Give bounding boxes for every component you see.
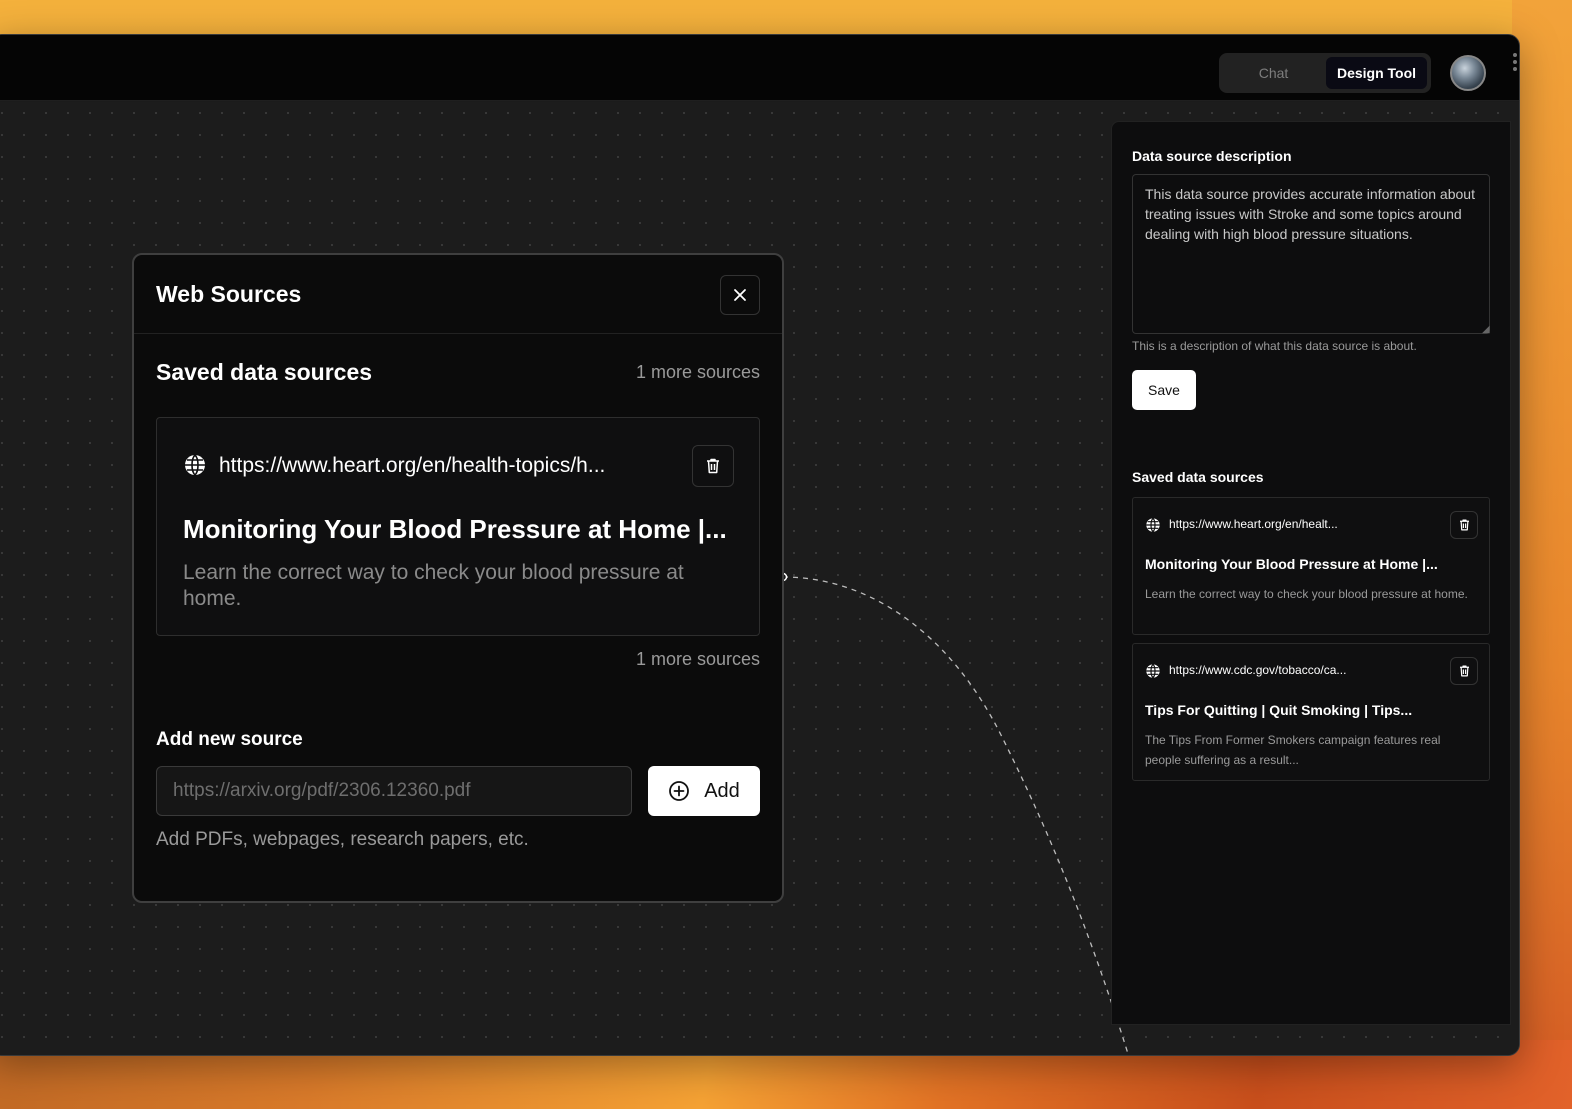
close-icon (734, 289, 746, 301)
add-source-label: Add new source (156, 729, 303, 750)
trash-icon (1459, 519, 1469, 531)
user-avatar[interactable] (1450, 55, 1486, 91)
desktop-wallpaper (1512, 0, 1572, 1109)
delete-source-button[interactable] (1450, 657, 1478, 685)
description-textarea[interactable]: This data source provides accurate infor… (1132, 174, 1490, 334)
mode-toggle: Chat Design Tool (1219, 53, 1431, 93)
drag-handle-icon[interactable] (1513, 53, 1517, 74)
globe-icon (1145, 517, 1161, 538)
design-tool-mode-button[interactable]: Design Tool (1326, 57, 1427, 89)
saved-sources-heading: Saved data sources (1132, 469, 1264, 485)
resize-handle-icon[interactable]: ◢ (1482, 324, 1490, 335)
source-title: Monitoring Your Blood Pressure at Home |… (183, 514, 727, 544)
modal-title: Web Sources (156, 281, 302, 307)
top-bar: Chat Design Tool (0, 35, 1519, 101)
data-source-side-panel: Data source description This data source… (1111, 121, 1511, 1025)
source-url: https://www.heart.org/en/health-topics/h… (219, 454, 606, 477)
trash-icon (1459, 665, 1469, 677)
description-label: Data source description (1132, 148, 1292, 164)
chat-mode-button[interactable]: Chat (1223, 57, 1324, 89)
description-hint: This is a description of what this data … (1132, 339, 1417, 353)
source-url-input[interactable] (156, 766, 632, 816)
plus-circle-icon (669, 781, 690, 801)
web-sources-modal: Web Sources Saved data sources 1 more so… (132, 253, 784, 903)
source-card[interactable]: https://www.heart.org/en/health-topics/h… (156, 417, 760, 636)
trash-icon (707, 458, 719, 474)
modal-header: Web Sources (134, 255, 782, 334)
add-source-hint: Add PDFs, webpages, research papers, etc… (156, 829, 529, 850)
more-sources-link-bottom[interactable]: 1 more sources (636, 649, 760, 670)
source-url: https://www.cdc.gov/tobacco/ca... (1169, 663, 1347, 677)
saved-source-card[interactable]: https://www.heart.org/en/healt... Monito… (1132, 497, 1490, 635)
source-title: Monitoring Your Blood Pressure at Home |… (1145, 556, 1438, 572)
delete-source-button[interactable] (692, 445, 734, 487)
source-url: https://www.heart.org/en/healt... (1169, 517, 1338, 531)
globe-icon (1145, 663, 1161, 684)
source-description: Learn the correct way to check your bloo… (1145, 587, 1468, 601)
source-title: Tips For Quitting | Quit Smoking | Tips.… (1145, 702, 1413, 718)
add-source-button[interactable]: Add (648, 766, 760, 816)
more-sources-link[interactable]: 1 more sources (636, 362, 760, 383)
save-button[interactable]: Save (1132, 370, 1196, 410)
source-description: The Tips From Former Smokers campaign fe… (1145, 733, 1441, 767)
globe-icon (183, 453, 207, 482)
add-button-label: Add (704, 779, 740, 802)
saved-sources-heading: Saved data sources (156, 359, 373, 385)
close-button[interactable] (720, 275, 760, 315)
delete-source-button[interactable] (1450, 511, 1478, 539)
source-description: Learn the correct way to check your bloo… (183, 561, 684, 610)
saved-source-card[interactable]: https://www.cdc.gov/tobacco/ca... Tips F… (1132, 643, 1490, 781)
app-window: Chat Design Tool Web Sources Saved data … (0, 34, 1520, 1056)
